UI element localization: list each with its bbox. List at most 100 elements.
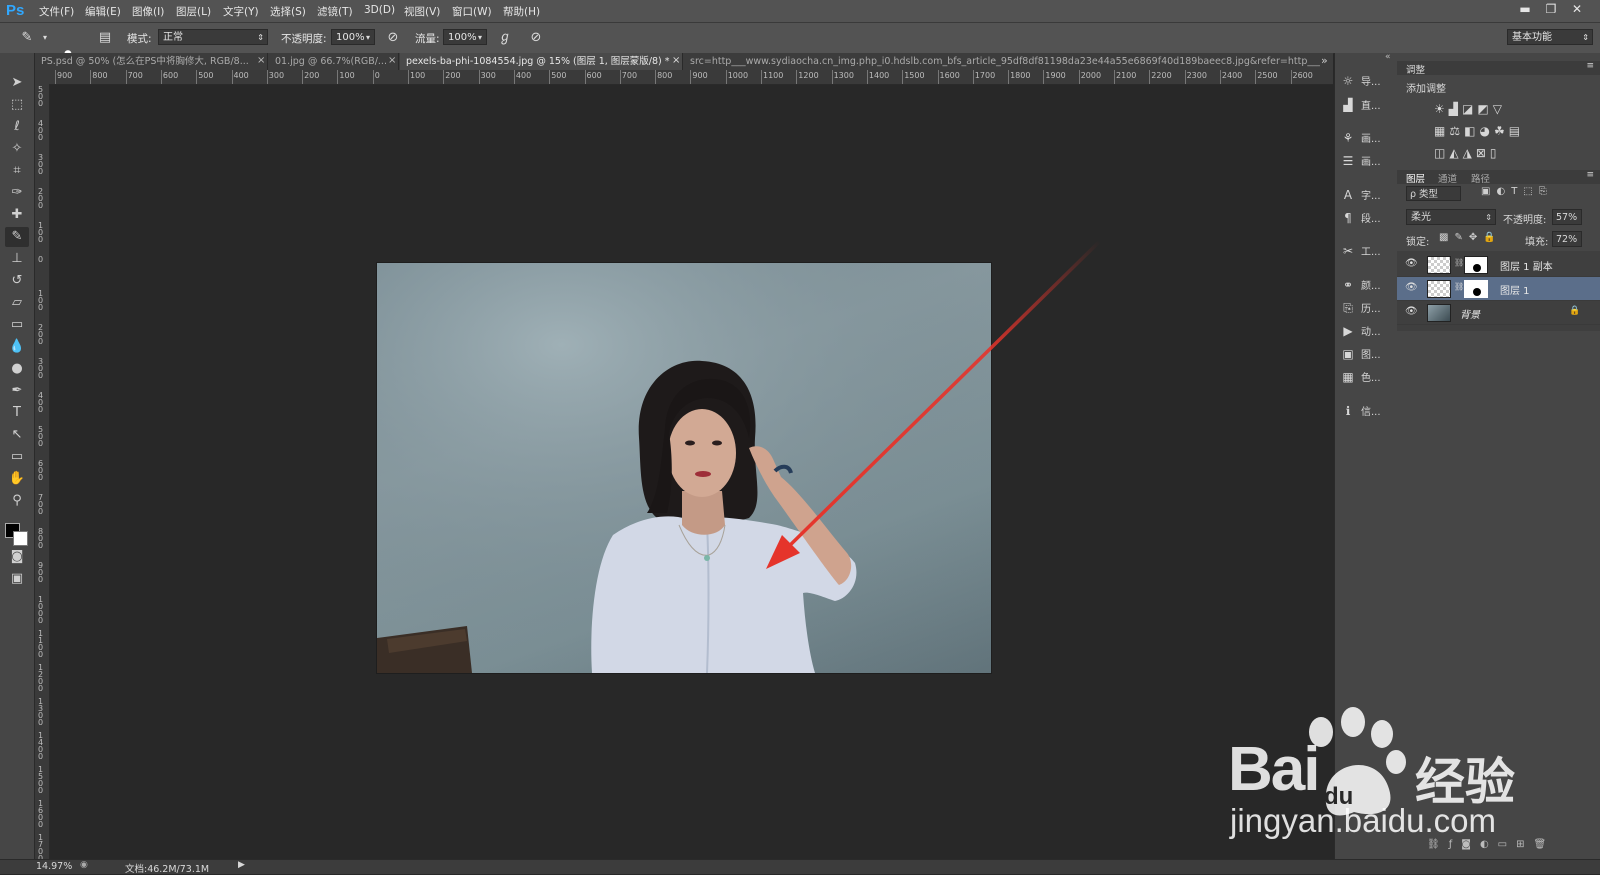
visibility-eye-icon[interactable]: 👁 <box>1405 258 1418 269</box>
fill-field[interactable]: 72% <box>1552 231 1582 247</box>
menu-filter[interactable]: 滤镜(T) <box>317 4 353 19</box>
lock-position-icon[interactable]: ✥ <box>1469 232 1483 243</box>
tab-close-icon[interactable]: × <box>388 55 396 66</box>
levels-icon[interactable]: ▟ <box>1449 102 1462 116</box>
move-tool-icon[interactable]: ➤ <box>5 73 29 93</box>
threshold-icon[interactable]: ◮ <box>1463 146 1476 160</box>
black-white-icon[interactable]: ◧ <box>1464 124 1479 138</box>
hue-saturation-icon[interactable]: ▦ <box>1434 124 1449 138</box>
tab-src-image[interactable]: src=http___www.sydiaocha.cn_img.php_i0.h… <box>684 53 1320 70</box>
blend-mode-select[interactable]: 柔光 ⇕ <box>1406 209 1496 225</box>
restore-button[interactable]: ❐ <box>1540 1 1562 18</box>
menu-select[interactable]: 选择(S) <box>270 4 306 19</box>
dock-brush-presets[interactable]: ☰ 画... <box>1339 151 1395 171</box>
collapse-icon[interactable]: « <box>1385 52 1391 62</box>
blur-tool-icon[interactable]: 💧 <box>5 337 29 357</box>
brush-panel-toggle-icon[interactable]: ▤ <box>96 29 114 47</box>
posterize-icon[interactable]: ◭ <box>1449 146 1462 160</box>
clone-stamp-tool-icon[interactable]: ⊥ <box>5 249 29 269</box>
quick-mask-icon[interactable]: ◙ <box>5 547 29 567</box>
dock-info[interactable]: ℹ 信... <box>1339 401 1395 421</box>
layer-opacity-field[interactable]: 57% <box>1552 209 1582 225</box>
link-chain-icon[interactable]: ⛓ <box>1454 258 1464 267</box>
quick-select-tool-icon[interactable]: ✧ <box>5 139 29 159</box>
airbrush-icon[interactable]: ℊ <box>496 29 514 47</box>
layer-row-background[interactable]: 👁 背景 🔒 <box>1397 301 1600 325</box>
tab-layers[interactable]: 图层 <box>1406 171 1425 185</box>
history-brush-tool-icon[interactable]: ↺ <box>5 271 29 291</box>
status-menu-arrow-icon[interactable]: ▶ <box>238 860 245 870</box>
tab-close-icon[interactable]: × <box>672 55 680 66</box>
link-chain-icon[interactable]: ⛓ <box>1454 282 1464 291</box>
dock-color[interactable]: ⚭ 颜... <box>1339 275 1395 295</box>
background-color-swatch[interactable] <box>13 531 28 546</box>
selective-color-icon[interactable]: ▯ <box>1490 146 1501 160</box>
adjustment-filter-icon[interactable]: ◐ <box>1496 186 1511 197</box>
gradient-map-icon[interactable]: ⊠ <box>1476 146 1490 160</box>
lock-all-icon[interactable]: 🔒 <box>1483 232 1501 243</box>
eraser-tool-icon[interactable]: ▱ <box>5 293 29 313</box>
gradient-tool-icon[interactable]: ▭ <box>5 315 29 335</box>
pen-tool-icon[interactable]: ✒ <box>5 381 29 401</box>
dropdown-arrow-icon[interactable]: ▾ <box>36 29 54 47</box>
smart-object-filter-icon[interactable]: ⎘ <box>1539 186 1553 197</box>
dock-histogram[interactable]: ▟ 直... <box>1339 95 1395 115</box>
healing-brush-tool-icon[interactable]: ✚ <box>5 205 29 225</box>
layer-mask-thumbnail[interactable] <box>1464 256 1488 274</box>
invert-icon[interactable]: ◫ <box>1434 146 1449 160</box>
brush-tool-icon[interactable]: ✎ <box>5 227 29 247</box>
path-select-tool-icon[interactable]: ↖ <box>5 425 29 445</box>
pressure-size-icon[interactable]: ⊘ <box>527 29 545 47</box>
tab-close-icon[interactable]: × <box>257 55 265 66</box>
shape-filter-icon[interactable]: ⬚ <box>1523 186 1538 197</box>
tab-overflow-icon[interactable]: » <box>1321 54 1328 67</box>
dock-history[interactable]: ⎘ 历... <box>1339 298 1395 318</box>
layer-row-layer1-copy[interactable]: 👁 ⛓ 图层 1 副本 <box>1397 253 1600 277</box>
layer-mask-thumbnail[interactable] <box>1464 280 1488 298</box>
type-filter-icon[interactable]: T <box>1511 186 1523 197</box>
color-balance-icon[interactable]: ⚖ <box>1449 124 1464 138</box>
dock-tool-presets[interactable]: ✂ 工... <box>1339 241 1395 261</box>
dock-brush[interactable]: ⚘ 画... <box>1339 128 1395 148</box>
adjustments-tab[interactable]: 调整 <box>1406 62 1425 76</box>
channel-mixer-icon[interactable]: ☘ <box>1494 124 1509 138</box>
screen-mode-icon[interactable]: ▣ <box>5 569 29 589</box>
opacity-dropdown-icon[interactable]: ▾ <box>359 29 377 47</box>
menu-type[interactable]: 文字(Y) <box>223 4 259 19</box>
close-button[interactable]: ✕ <box>1566 1 1588 18</box>
type-tool-icon[interactable]: T <box>5 403 29 423</box>
crop-tool-icon[interactable]: ⌗ <box>5 161 29 181</box>
pressure-opacity-icon[interactable]: ⊘ <box>384 29 402 47</box>
workspace-select[interactable]: 基本功能 ⇕ <box>1507 29 1593 45</box>
menu-3d[interactable]: 3D(D) <box>364 4 395 16</box>
mode-select[interactable]: 正常 ⇕ <box>158 29 268 45</box>
menu-image[interactable]: 图像(I) <box>132 4 164 19</box>
brightness-icon[interactable]: ☀ <box>1434 102 1449 116</box>
tab-pexels-active[interactable]: pexels-ba-phi-1084554.jpg @ 15% (图层 1, 图… <box>400 53 683 70</box>
menu-view[interactable]: 视图(V) <box>404 4 440 19</box>
flow-dropdown-icon[interactable]: ▾ <box>471 29 489 47</box>
tab-channels[interactable]: 通道 <box>1438 171 1457 185</box>
hand-tool-icon[interactable]: ✋ <box>5 469 29 489</box>
dock-layer-comps[interactable]: ▣ 图... <box>1339 344 1395 364</box>
tab-paths[interactable]: 路径 <box>1471 171 1490 185</box>
visibility-eye-icon[interactable]: 👁 <box>1405 282 1418 293</box>
marquee-tool-icon[interactable]: ⬚ <box>5 95 29 115</box>
layer-row-layer1[interactable]: 👁 ⛓ 图层 1 <box>1397 277 1600 301</box>
dock-paragraph[interactable]: ¶ 段... <box>1339 208 1395 228</box>
brush-tool-preset-icon[interactable]: ✎ <box>18 29 36 47</box>
dodge-tool-icon[interactable]: ● <box>5 359 29 379</box>
eyedropper-tool-icon[interactable]: ✑ <box>5 183 29 203</box>
pixel-filter-icon[interactable]: ▣ <box>1481 186 1496 197</box>
zoom-level[interactable]: 14.97% <box>36 861 72 872</box>
layer-filter-select[interactable]: ρ 类型 <box>1406 186 1461 201</box>
menu-layer[interactable]: 图层(L) <box>176 4 211 19</box>
menu-file[interactable]: 文件(F) <box>39 4 74 19</box>
menu-edit[interactable]: 编辑(E) <box>85 4 121 19</box>
minimize-button[interactable]: ▬ <box>1514 1 1536 18</box>
dock-navigator[interactable]: ☼ 导... <box>1339 71 1395 91</box>
panel-menu-icon[interactable]: ≡ <box>1586 170 1594 180</box>
exposure-icon[interactable]: ◩ <box>1477 102 1492 116</box>
lock-pixels-icon[interactable]: ✎ <box>1454 232 1468 243</box>
dock-swatches[interactable]: ▦ 色... <box>1339 367 1395 387</box>
